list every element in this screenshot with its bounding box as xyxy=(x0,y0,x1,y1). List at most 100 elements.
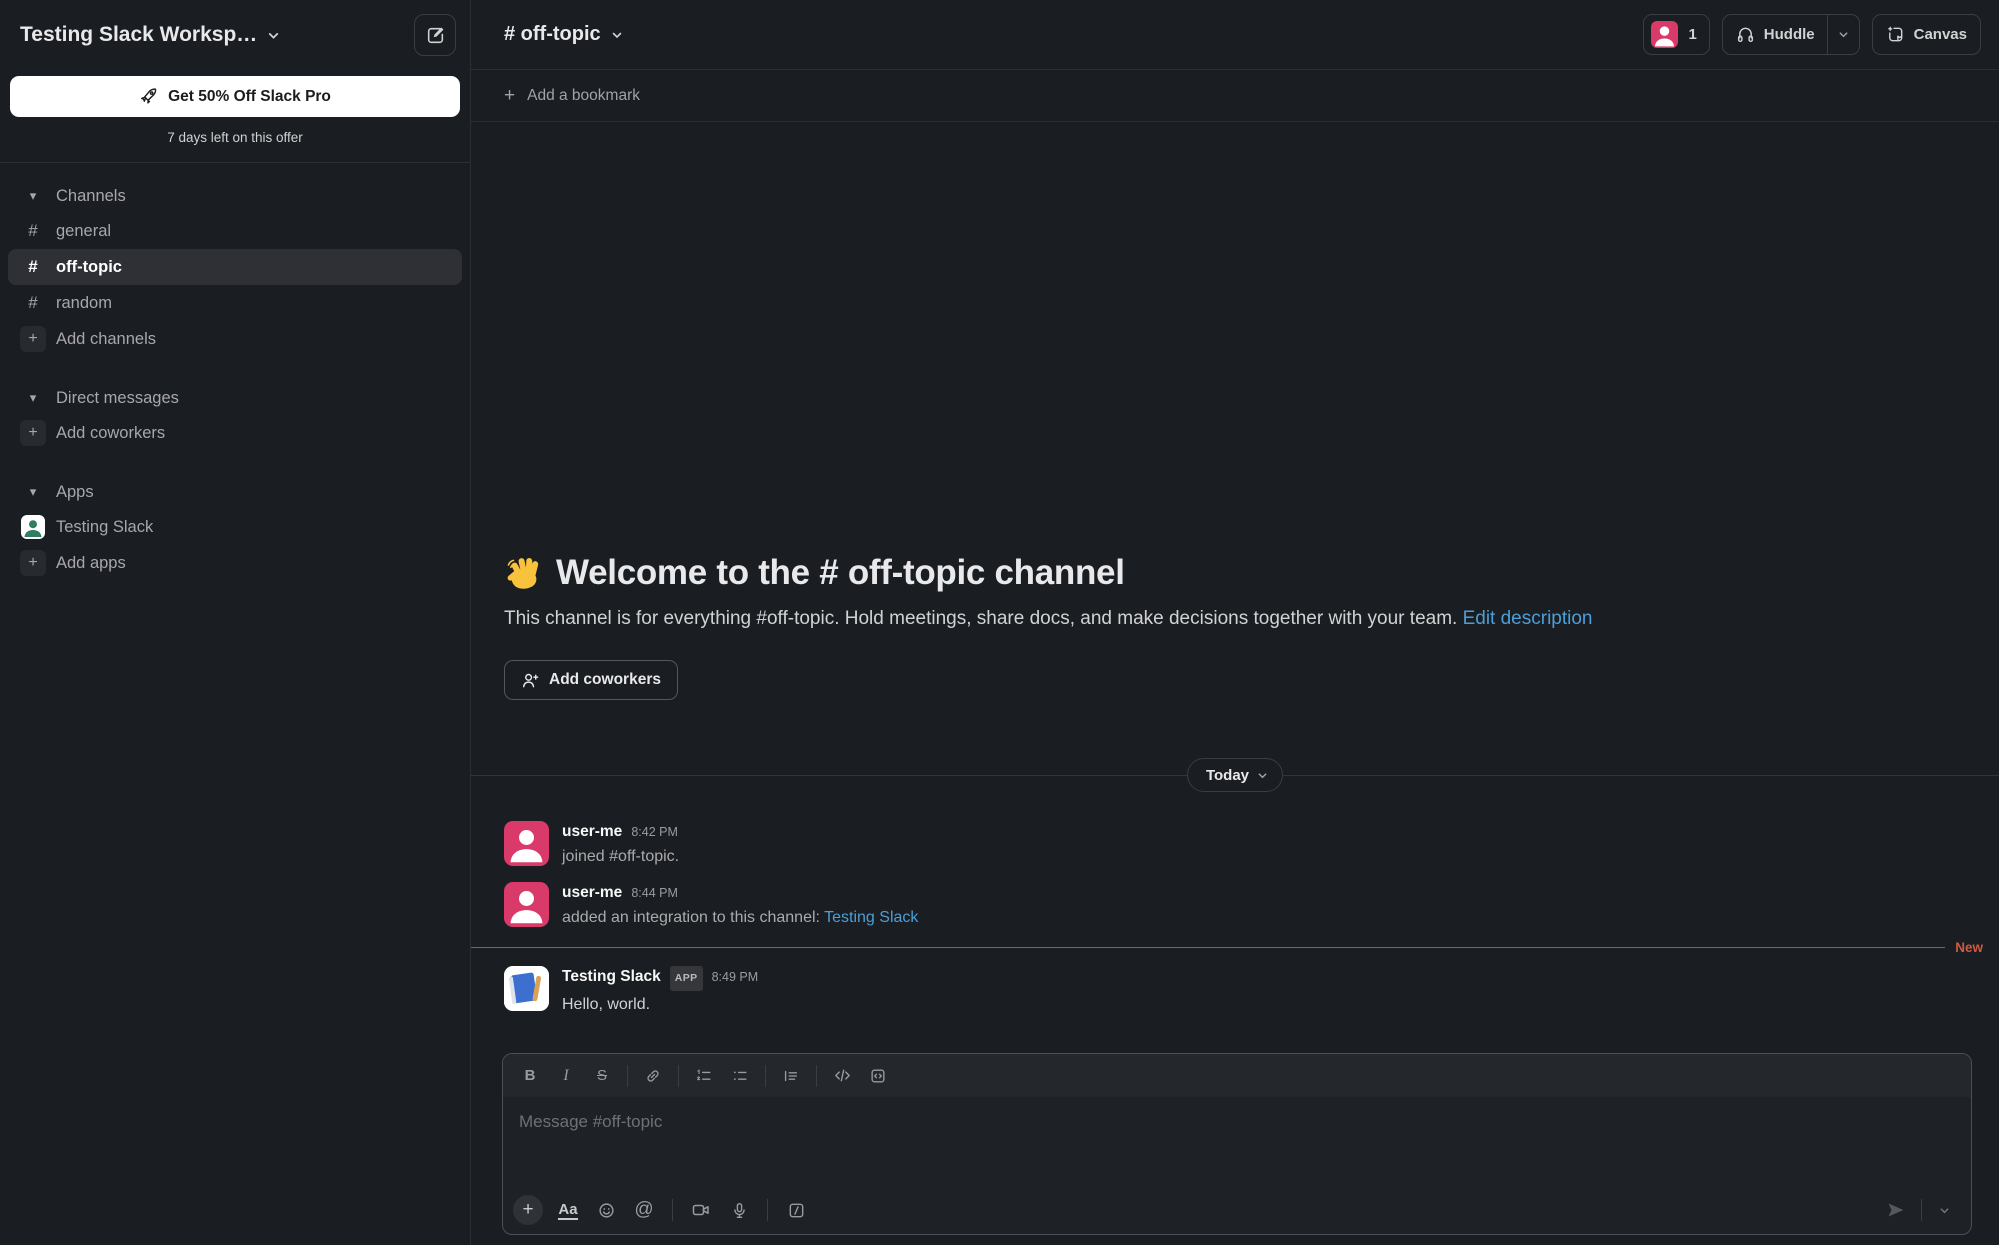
message-composer: B I S xyxy=(502,1053,1972,1235)
date-label: Today xyxy=(1206,767,1249,784)
bold-button[interactable]: B xyxy=(512,1061,548,1091)
sidebar-item-add-apps[interactable]: + Add apps xyxy=(8,545,462,581)
attach-button[interactable]: + xyxy=(513,1195,543,1225)
app-badge: APP xyxy=(670,966,703,991)
new-message-button[interactable] xyxy=(414,14,456,56)
member-count-button[interactable]: 1 xyxy=(1643,14,1709,55)
channels-section: ▾ Channels # general # off-topic # rando… xyxy=(8,179,462,357)
huddle-button[interactable]: Huddle xyxy=(1722,14,1860,55)
date-pill-button[interactable]: Today xyxy=(1187,758,1283,792)
item-label: Testing Slack xyxy=(56,518,153,537)
member-count: 1 xyxy=(1688,26,1696,43)
edit-description-link[interactable]: Edit description xyxy=(1463,608,1593,629)
app-avatar[interactable] xyxy=(504,966,549,1011)
section-header-direct-messages[interactable]: ▾ Direct messages xyxy=(8,381,462,415)
message-row: Testing Slack APP 8:49 PM Hello, world. xyxy=(471,959,1999,1023)
channel-label: general xyxy=(56,222,111,241)
message-author[interactable]: Testing Slack xyxy=(562,966,661,987)
welcome-title-row: Welcome to the # off-topic channel xyxy=(504,553,1959,593)
workspace-name: Testing Slack Worksp… xyxy=(20,23,257,47)
promo-label: Get 50% Off Slack Pro xyxy=(168,88,331,106)
strikethrough-button[interactable]: S xyxy=(584,1061,620,1091)
toolbar-divider xyxy=(672,1199,673,1221)
message-author[interactable]: user-me xyxy=(562,821,622,842)
send-cluster xyxy=(1878,1195,1959,1225)
add-coworkers-button[interactable]: Add coworkers xyxy=(504,660,678,700)
sidebar-item-testing-slack-app[interactable]: Testing Slack xyxy=(8,509,462,545)
channel-title-button[interactable]: # off-topic xyxy=(504,23,623,46)
avatar[interactable] xyxy=(504,882,549,927)
workspace-switcher[interactable]: Testing Slack Worksp… xyxy=(20,23,280,47)
upgrade-promo-button[interactable]: Get 50% Off Slack Pro xyxy=(10,76,460,117)
section-header-channels[interactable]: ▾ Channels xyxy=(8,179,462,213)
send-options-button[interactable] xyxy=(1929,1195,1959,1225)
integration-link[interactable]: Testing Slack xyxy=(824,909,918,926)
message-timestamp[interactable]: 8:44 PM xyxy=(631,883,678,904)
ordered-list-icon xyxy=(695,1067,713,1085)
toolbar-divider xyxy=(1921,1199,1922,1221)
unread-divider: New xyxy=(471,938,1999,957)
chevron-down-icon xyxy=(611,29,623,41)
message-timestamp[interactable]: 8:42 PM xyxy=(631,822,678,843)
hash-icon: # xyxy=(20,254,46,280)
send-button[interactable] xyxy=(1878,1195,1914,1225)
emoji-button[interactable] xyxy=(589,1195,623,1225)
formatting-toggle-button[interactable]: Aa xyxy=(551,1195,585,1225)
message-author[interactable]: user-me xyxy=(562,882,622,903)
waving-hand-emoji xyxy=(504,553,544,593)
code-icon xyxy=(833,1066,852,1085)
canvas-button[interactable]: Canvas xyxy=(1872,14,1981,55)
ordered-list-button[interactable] xyxy=(686,1061,722,1091)
bullet-list-button[interactable] xyxy=(722,1061,758,1091)
sidebar-item-add-coworkers[interactable]: + Add coworkers xyxy=(8,415,462,451)
item-label: Add apps xyxy=(56,554,126,573)
link-icon xyxy=(644,1067,662,1085)
main-panel: # off-topic 1 xyxy=(471,0,1999,1245)
sidebar-item-random[interactable]: # random xyxy=(8,285,462,321)
workspace-header: Testing Slack Worksp… xyxy=(0,0,470,62)
avatar[interactable] xyxy=(504,821,549,866)
add-bookmark-button[interactable]: + Add a bookmark xyxy=(471,70,1999,122)
item-label: Add coworkers xyxy=(56,424,165,443)
video-clip-button[interactable] xyxy=(684,1195,718,1225)
link-button[interactable] xyxy=(635,1061,671,1091)
section-header-apps[interactable]: ▾ Apps xyxy=(8,475,462,509)
plus-icon: + xyxy=(20,420,46,446)
sidebar-item-general[interactable]: # general xyxy=(8,213,462,249)
mention-button[interactable]: @ xyxy=(627,1195,661,1225)
add-bookmark-label: Add a bookmark xyxy=(527,87,640,105)
add-coworkers-label: Add coworkers xyxy=(549,671,661,689)
huddle-options[interactable] xyxy=(1827,15,1859,54)
person-plus-icon xyxy=(521,671,540,690)
audio-clip-button[interactable] xyxy=(722,1195,756,1225)
slash-command-icon xyxy=(787,1201,806,1220)
code-button[interactable] xyxy=(824,1061,860,1091)
blockquote-button[interactable] xyxy=(773,1061,809,1091)
huddle-start[interactable]: Huddle xyxy=(1723,15,1827,54)
huddle-label: Huddle xyxy=(1764,26,1815,43)
hash-icon: # xyxy=(20,290,46,316)
italic-button[interactable]: I xyxy=(548,1061,584,1091)
aa-label: Aa xyxy=(558,1201,577,1220)
canvas-label: Canvas xyxy=(1914,26,1967,43)
apps-section: ▾ Apps Testing Slack + Add apps xyxy=(8,475,462,581)
message-row: user-me 8:44 PM added an integration to … xyxy=(471,875,1999,936)
message-text-part: added an integration to this channel: xyxy=(562,909,824,926)
channel-title: # off-topic xyxy=(504,23,601,46)
sidebar-item-add-channels[interactable]: + Add channels xyxy=(8,321,462,357)
unread-label: New xyxy=(1955,940,1983,955)
headphones-icon xyxy=(1736,25,1755,44)
shortcuts-button[interactable] xyxy=(779,1195,813,1225)
message-row: user-me 8:42 PM joined #off-topic. xyxy=(471,814,1999,875)
app-avatar xyxy=(21,515,45,539)
blockquote-icon xyxy=(782,1067,800,1085)
send-icon xyxy=(1886,1200,1906,1220)
message-timestamp[interactable]: 8:49 PM xyxy=(712,967,759,988)
channel-header: # off-topic 1 xyxy=(471,0,1999,70)
toolbar-divider xyxy=(678,1065,679,1087)
header-actions: 1 Huddle xyxy=(1643,14,1981,55)
code-block-button[interactable] xyxy=(860,1061,896,1091)
sidebar-item-off-topic[interactable]: # off-topic xyxy=(8,249,462,285)
message-input[interactable]: Message #off-topic xyxy=(503,1097,1971,1147)
collapse-triangle-icon: ▾ xyxy=(20,484,46,500)
